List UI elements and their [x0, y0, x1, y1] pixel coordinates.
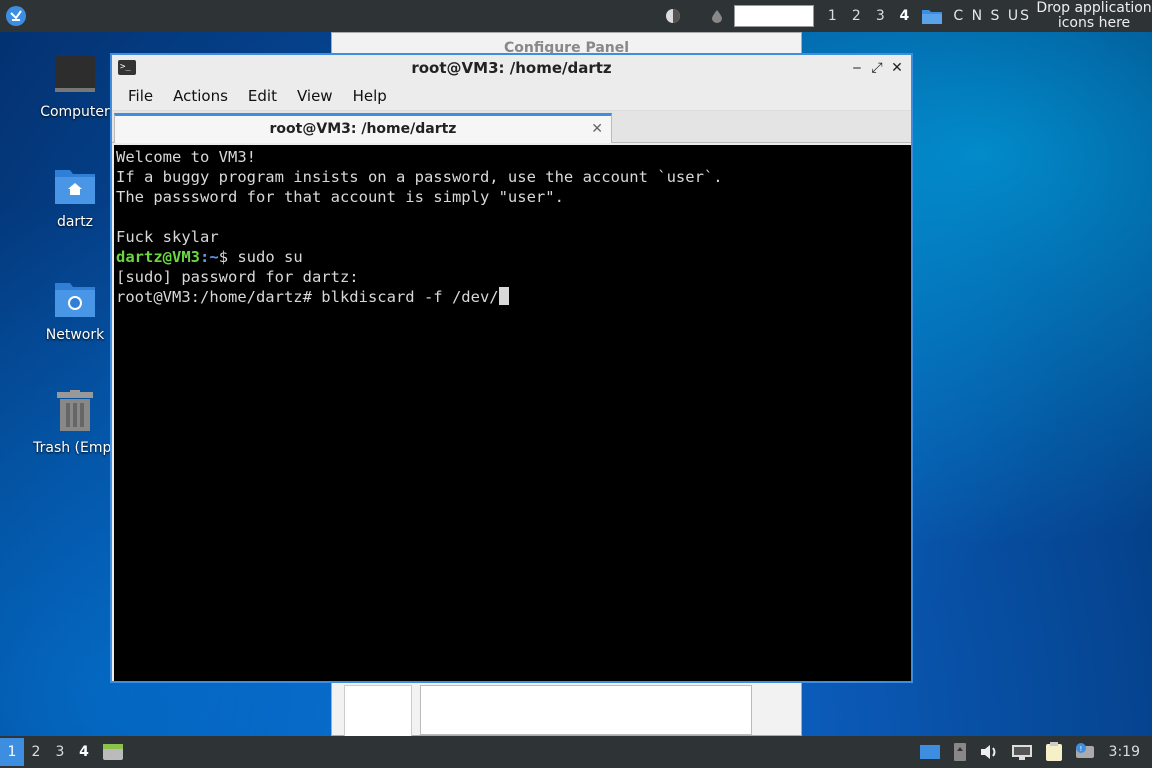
tab-close-icon[interactable]: ✕: [591, 116, 603, 142]
terminal-prompt-line: dartz@VM3:~$ sudo su: [116, 247, 909, 267]
terminal-line: Welcome to VM3!: [116, 148, 256, 166]
top-panel-tray: 1 2 3 4 C N S US Drop application icons …: [657, 0, 1152, 32]
terminal-output[interactable]: Welcome to VM3! If a buggy program insist…: [114, 145, 911, 681]
desktop-icon-computer[interactable]: Computer: [27, 54, 123, 120]
volume-icon: [980, 745, 996, 759]
current-command: root@VM3:/home/dartz# blkdiscard -f /dev…: [116, 288, 499, 306]
desktop-icon-label: Network: [45, 327, 105, 343]
bottom-panel: 1 2 3 4 ! 3:19: [0, 736, 1152, 768]
top-workspace-1[interactable]: 1: [820, 8, 844, 24]
terminal-window[interactable]: >_ root@VM3: /home/dartz ‒ ⤢ ✕ File Acti…: [110, 53, 913, 683]
quicklaunch-drop-area: Drop application icons here: [1036, 1, 1152, 31]
network-folder-icon: [55, 283, 95, 317]
desktop-icon-trash[interactable]: Trash (Empt: [27, 390, 123, 456]
quick-launch-field[interactable]: [734, 5, 815, 27]
system-tray: ! 3:19: [913, 736, 1152, 768]
window-list-icon: [103, 744, 123, 760]
terminal-window-title: root@VM3: /home/dartz: [411, 59, 612, 77]
brightness-icon: [666, 9, 681, 23]
top-panel: 1 2 3 4 C N S US Drop application icons …: [0, 0, 1152, 32]
maximize-button[interactable]: ⤢: [867, 59, 887, 77]
terminal-line: [sudo] password for dartz:: [116, 268, 359, 286]
app-menu-button[interactable]: [0, 0, 32, 32]
home-folder-icon: [55, 170, 95, 204]
desktop-icon-home[interactable]: dartz: [27, 166, 123, 230]
prompt-colon: :: [200, 248, 210, 266]
drop-icon: [712, 10, 723, 23]
menu-file[interactable]: File: [124, 87, 157, 105]
drop-text-line2: icons here: [1057, 15, 1131, 31]
folder-icon: [922, 10, 943, 24]
terminal-cursor: [498, 287, 509, 305]
menu-edit[interactable]: Edit: [244, 87, 281, 105]
network-wired-icon: [1011, 745, 1032, 760]
show-desktop-button[interactable]: [921, 7, 943, 25]
terminal-current-line: root@VM3:/home/dartz# blkdiscard -f /dev…: [116, 287, 909, 307]
configure-panel-pane[interactable]: [420, 685, 752, 735]
top-workspace-3[interactable]: 3: [868, 8, 892, 24]
terminal-menubar: File Actions Edit View Help: [112, 81, 911, 111]
desktop-icon-label: dartz: [56, 214, 94, 230]
terminal-tab[interactable]: root@VM3: /home/dartz ✕: [114, 113, 612, 143]
drop-text-line1: Drop application: [1036, 0, 1152, 16]
top-workspace-4[interactable]: 4: [892, 8, 916, 24]
desktop-icon: [919, 745, 940, 759]
removable-media-button[interactable]: [953, 742, 967, 762]
workspace-1-button[interactable]: 1: [0, 738, 24, 766]
volume-button[interactable]: [979, 743, 999, 761]
prompt-command: $ sudo su: [218, 248, 303, 266]
notification-icon: !: [1075, 743, 1094, 758]
clipboard-button[interactable]: [1045, 742, 1063, 762]
clipboard-icon: [1045, 742, 1062, 761]
menu-view[interactable]: View: [293, 87, 337, 105]
window-controls: ‒ ⤢ ✕: [847, 59, 907, 77]
taskbar-window-button[interactable]: [102, 742, 124, 762]
desktop-icon-label: Computer: [40, 104, 110, 120]
desktop-icon-label: Trash (Empt: [33, 440, 117, 456]
prompt-user: dartz@VM3: [116, 248, 200, 266]
menu-actions[interactable]: Actions: [169, 87, 232, 105]
clock[interactable]: 3:19: [1109, 744, 1140, 760]
svg-text:!: !: [1079, 745, 1082, 753]
prompt-path: ~: [209, 248, 219, 266]
desktop-icon-network[interactable]: Network: [27, 279, 123, 343]
terminal-titlebar[interactable]: >_ root@VM3: /home/dartz ‒ ⤢ ✕: [112, 55, 911, 81]
configure-panel-list[interactable]: [344, 685, 412, 737]
workspace-3-button[interactable]: 3: [48, 738, 72, 766]
monitor-icon: [55, 56, 95, 92]
terminal-line: Fuck skylar: [116, 228, 219, 246]
trash-icon: [57, 390, 93, 431]
terminal-line: If a buggy program insists on a password…: [116, 168, 723, 186]
terminal-app-icon: >_: [118, 60, 136, 75]
show-desktop-tray-button[interactable]: [919, 743, 941, 761]
top-workspace-2[interactable]: 2: [844, 8, 868, 24]
color-picker-button[interactable]: [711, 9, 723, 23]
keyboard-layout-indicator[interactable]: C N S US: [953, 8, 1031, 24]
workspace-4-button[interactable]: 4: [72, 738, 96, 766]
close-button[interactable]: ✕: [887, 59, 907, 77]
terminal-tabbar: root@VM3: /home/dartz ✕: [112, 111, 911, 143]
minimize-button[interactable]: ‒: [847, 59, 867, 77]
workspace-2-button[interactable]: 2: [24, 738, 48, 766]
usb-drive-icon: [953, 743, 966, 761]
notifications-button[interactable]: !: [1075, 743, 1095, 761]
terminal-line: The passsword for that account is simply…: [116, 188, 564, 206]
menu-help[interactable]: Help: [349, 87, 391, 105]
network-tray-button[interactable]: [1011, 743, 1033, 761]
brightness-button[interactable]: [662, 5, 684, 27]
terminal-tab-label: root@VM3: /home/dartz: [269, 121, 457, 137]
lxqt-logo-icon: [6, 6, 26, 26]
